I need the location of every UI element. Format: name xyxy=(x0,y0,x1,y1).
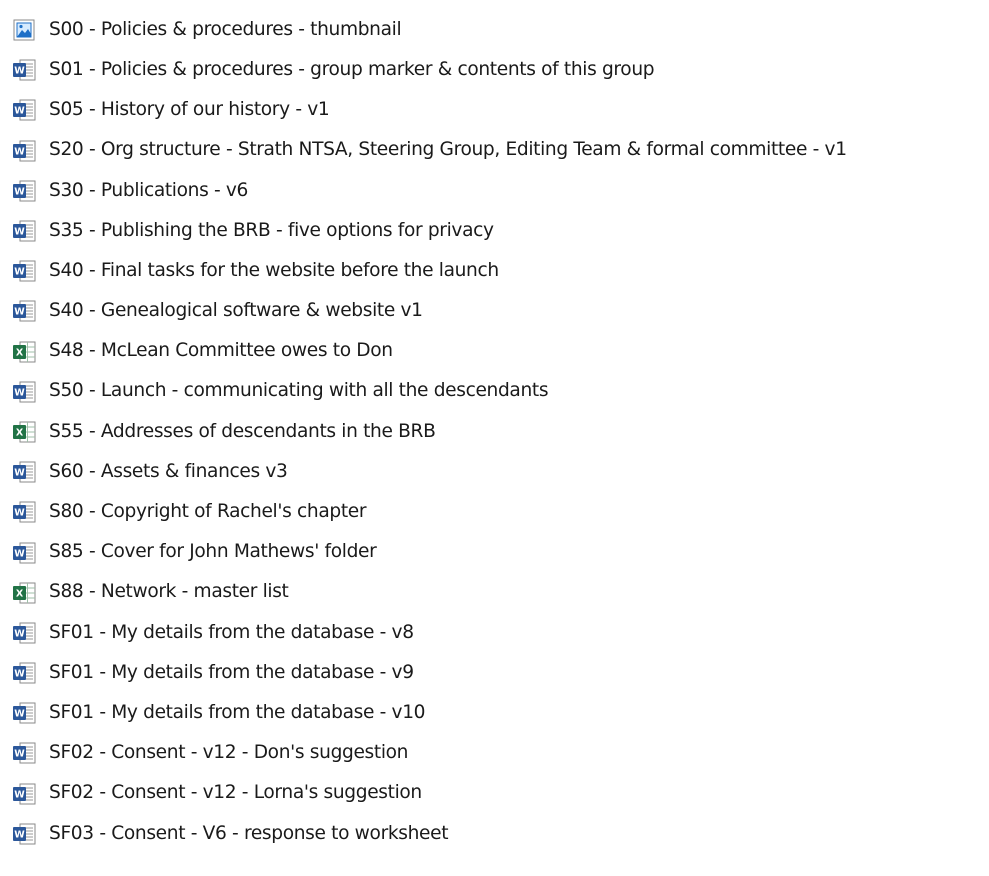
svg-text:W: W xyxy=(14,387,25,398)
image-file-icon xyxy=(11,17,37,43)
file-item[interactable]: X S55 - Addresses of descendants in the B… xyxy=(0,412,989,452)
file-item[interactable]: W S50 - Launch - communicating with all t… xyxy=(0,372,989,412)
svg-text:X: X xyxy=(16,347,24,358)
svg-text:W: W xyxy=(14,468,25,479)
svg-text:W: W xyxy=(14,307,25,318)
file-name: S48 - McLean Committee owes to Don xyxy=(49,340,393,362)
file-name: S40 - Genealogical software & website v1 xyxy=(49,300,423,322)
file-name: SF02 - Consent - v12 - Don's suggestion xyxy=(49,742,409,764)
file-item[interactable]: W SF01 - My details from the database - v… xyxy=(0,613,989,653)
svg-text:X: X xyxy=(16,427,24,438)
svg-text:W: W xyxy=(14,628,25,639)
svg-text:W: W xyxy=(14,146,25,157)
file-item[interactable]: W S01 - Policies & procedures - group mar… xyxy=(0,50,989,90)
word-document-icon: W xyxy=(11,258,37,284)
file-item[interactable]: W S35 - Publishing the BRB - five options… xyxy=(0,211,989,251)
word-document-icon: W xyxy=(11,821,37,847)
word-document-icon: W xyxy=(11,57,37,83)
file-name: SF01 - My details from the database - v1… xyxy=(49,701,426,723)
file-item[interactable]: W SF02 - Consent - v12 - Lorna's suggesti… xyxy=(0,774,989,814)
svg-text:W: W xyxy=(14,508,25,519)
svg-text:W: W xyxy=(14,709,25,720)
file-name: SF01 - My details from the database - v9 xyxy=(49,661,414,683)
file-name: S85 - Cover for John Mathews' folder xyxy=(49,541,377,563)
file-name: SF02 - Consent - v12 - Lorna's suggestio… xyxy=(49,782,422,804)
file-name: SF01 - My details from the database - v8 xyxy=(49,621,414,643)
file-item[interactable]: W S85 - Cover for John Mathews' folder xyxy=(0,532,989,572)
svg-text:W: W xyxy=(14,789,25,800)
file-name: S60 - Assets & finances v3 xyxy=(49,460,288,482)
file-item[interactable]: W S30 - Publications - v6 xyxy=(0,171,989,211)
file-name: S55 - Addresses of descendants in the BR… xyxy=(49,420,436,442)
file-item[interactable]: W S40 - Genealogical software & website v… xyxy=(0,291,989,331)
word-document-icon: W xyxy=(11,660,37,686)
word-document-icon: W xyxy=(11,97,37,123)
word-document-icon: W xyxy=(11,138,37,164)
file-item[interactable]: W SF01 - My details from the database - v… xyxy=(0,693,989,733)
word-document-icon: W xyxy=(11,298,37,324)
file-item[interactable]: W S40 - Final tasks for the website befor… xyxy=(0,251,989,291)
svg-text:W: W xyxy=(14,669,25,680)
svg-text:W: W xyxy=(14,829,25,840)
file-name: S88 - Network - master list xyxy=(49,581,289,603)
svg-text:X: X xyxy=(16,588,24,599)
word-document-icon: W xyxy=(11,620,37,646)
file-item[interactable]: W S05 - History of our history - v1 xyxy=(0,90,989,130)
svg-text:W: W xyxy=(14,548,25,559)
file-item[interactable]: X S48 - McLean Committee owes to Don xyxy=(0,332,989,372)
file-item[interactable]: W S80 - Copyright of Rachel's chapter xyxy=(0,492,989,532)
file-item[interactable]: W SF03 - Consent - V6 - response to works… xyxy=(0,814,989,854)
svg-text:W: W xyxy=(14,749,25,760)
file-name: S30 - Publications - v6 xyxy=(49,179,249,201)
file-item[interactable]: X S88 - Network - master list xyxy=(0,573,989,613)
file-item[interactable]: W S20 - Org structure - Strath NTSA, Stee… xyxy=(0,131,989,171)
file-item[interactable]: W SF01 - My details from the database - v… xyxy=(0,653,989,693)
file-name: S20 - Org structure - Strath NTSA, Steer… xyxy=(49,139,847,161)
file-name: S50 - Launch - communicating with all th… xyxy=(49,380,549,402)
svg-text:W: W xyxy=(14,66,25,77)
file-list: S00 - Policies & procedures - thumbnail W… xyxy=(0,0,989,876)
file-item[interactable]: W SF02 - Consent - v12 - Don's suggestion xyxy=(0,733,989,773)
svg-text:W: W xyxy=(14,106,25,117)
word-document-icon: W xyxy=(11,540,37,566)
word-document-icon: W xyxy=(11,700,37,726)
word-document-icon: W xyxy=(11,218,37,244)
word-document-icon: W xyxy=(11,499,37,525)
word-document-icon: W xyxy=(11,781,37,807)
word-document-icon: W xyxy=(11,740,37,766)
word-document-icon: W xyxy=(11,379,37,405)
file-name: SF03 - Consent - V6 - response to worksh… xyxy=(49,822,449,844)
excel-spreadsheet-icon: X xyxy=(11,419,37,445)
file-item[interactable]: S00 - Policies & procedures - thumbnail xyxy=(0,10,989,50)
file-name: S05 - History of our history - v1 xyxy=(49,99,330,121)
file-name: S00 - Policies & procedures - thumbnail xyxy=(49,18,402,40)
excel-spreadsheet-icon: X xyxy=(11,580,37,606)
file-name: S01 - Policies & procedures - group mark… xyxy=(49,58,655,80)
file-name: S35 - Publishing the BRB - five options … xyxy=(49,219,494,241)
file-name: S80 - Copyright of Rachel's chapter xyxy=(49,501,367,523)
svg-text:W: W xyxy=(14,267,25,278)
excel-spreadsheet-icon: X xyxy=(11,339,37,365)
file-item[interactable]: W S60 - Assets & finances v3 xyxy=(0,452,989,492)
word-document-icon: W xyxy=(11,459,37,485)
svg-text:W: W xyxy=(14,186,25,197)
svg-text:W: W xyxy=(14,227,25,238)
file-name: S40 - Final tasks for the website before… xyxy=(49,259,499,281)
word-document-icon: W xyxy=(11,178,37,204)
